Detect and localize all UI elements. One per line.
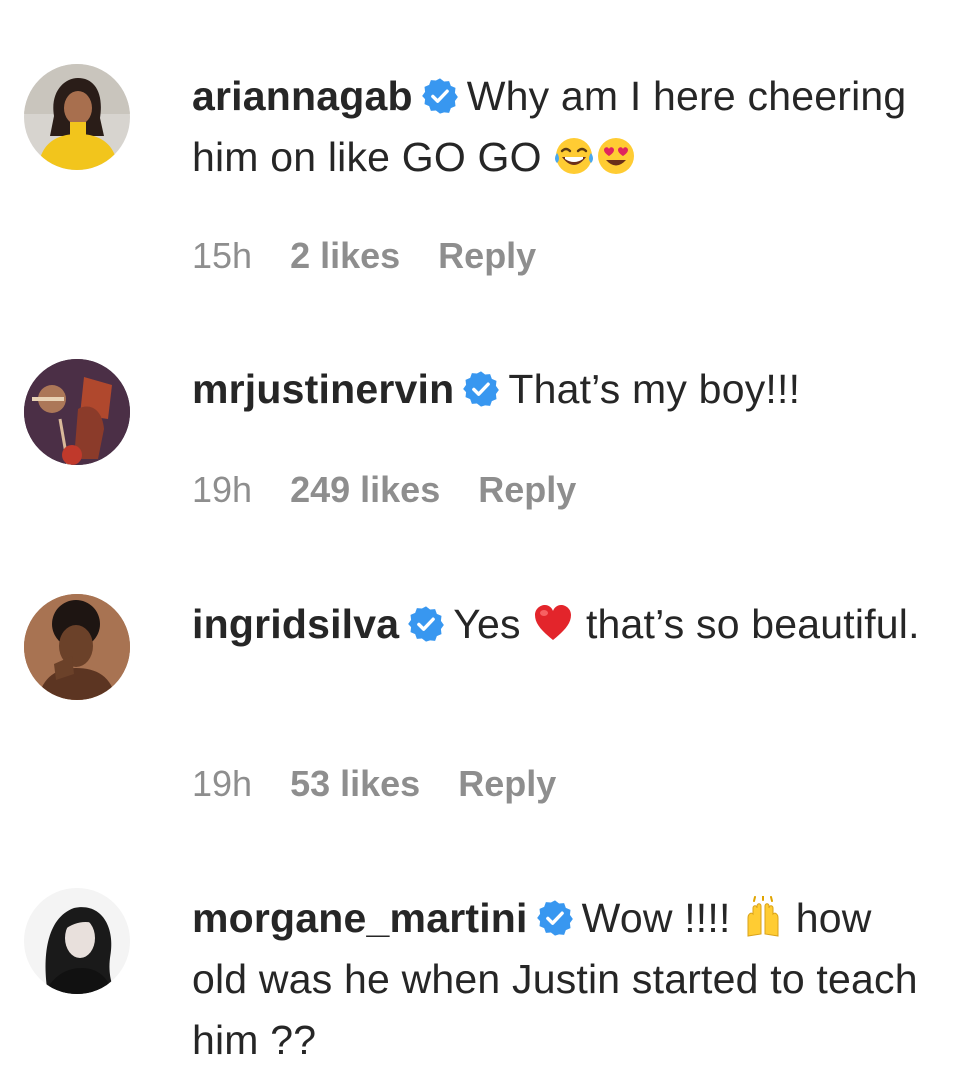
comment-meta: 15h 2 likes Reply <box>192 234 574 278</box>
avatar[interactable] <box>24 64 130 170</box>
comment-text: mrjustinervin That’s my boy!!! <box>192 359 932 420</box>
comment-time: 19h <box>192 469 253 510</box>
comment-message-end: that’s so beautiful. <box>585 601 920 647</box>
verified-badge-icon <box>462 370 500 408</box>
laughing-tears-emoji <box>555 138 594 174</box>
comment-message-start: Wow !!!! <box>581 895 731 941</box>
red-heart-emoji <box>535 605 572 640</box>
comment-text: morgane_martini Wow !!!! how old was he w… <box>192 888 932 1071</box>
username-link[interactable]: mrjustinervin <box>192 366 454 412</box>
avatar[interactable] <box>24 888 130 994</box>
heart-eyes-emoji <box>598 138 635 174</box>
verified-badge-icon <box>407 605 445 643</box>
comment-text: ariannagab Why am I here cheering him on … <box>192 66 932 188</box>
username-link[interactable]: ingridsilva <box>192 601 399 647</box>
raising-hands-emoji <box>747 896 779 937</box>
verified-badge-icon <box>536 899 574 937</box>
reply-button[interactable]: Reply <box>438 235 536 276</box>
likes-count[interactable]: 53 likes <box>290 763 420 804</box>
comment-message: That’s my boy!!! <box>508 366 801 412</box>
verified-badge-icon <box>421 77 459 115</box>
username-link[interactable]: morgane_martini <box>192 895 528 941</box>
comment-message-start: Yes <box>453 601 521 647</box>
username-link[interactable]: ariannagab <box>192 73 413 119</box>
comment-time: 19h <box>192 763 253 804</box>
comment-meta: 19h 249 likes Reply <box>192 468 614 512</box>
reply-button[interactable]: Reply <box>458 763 556 804</box>
avatar[interactable] <box>24 359 130 465</box>
comment-text: ingridsilva Yes that’s so beautiful. <box>192 594 932 655</box>
likes-count[interactable]: 249 likes <box>290 469 440 510</box>
comment-meta: 19h 53 likes Reply <box>192 762 594 806</box>
likes-count[interactable]: 2 likes <box>290 235 400 276</box>
reply-button[interactable]: Reply <box>478 469 576 510</box>
comment-time: 15h <box>192 235 253 276</box>
avatar[interactable] <box>24 594 130 700</box>
